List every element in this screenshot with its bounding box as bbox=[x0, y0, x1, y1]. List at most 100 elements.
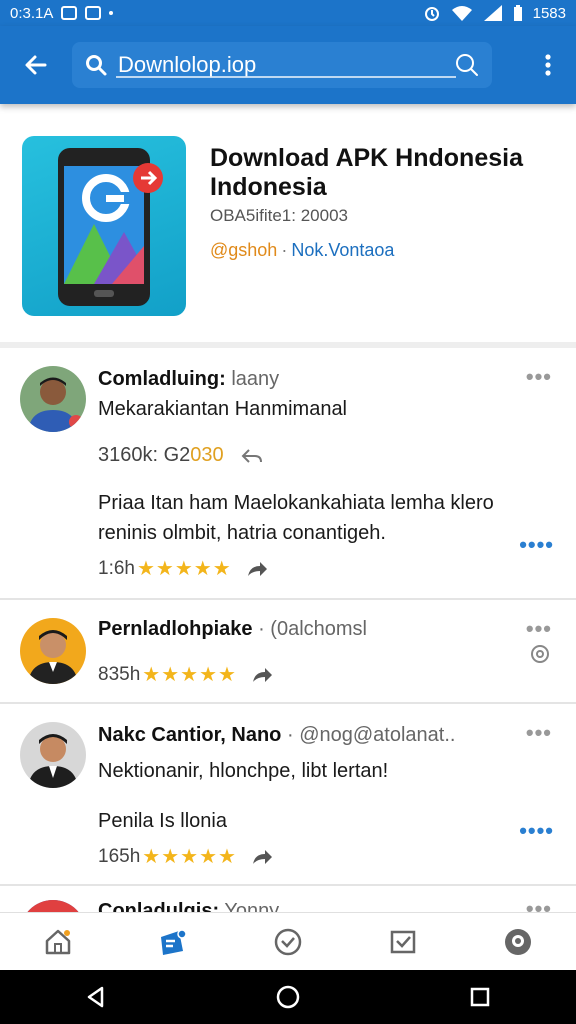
author-handle[interactable]: Yonny bbox=[224, 900, 279, 912]
post-body: Penila Is llonia bbox=[98, 810, 227, 832]
reply-icon[interactable] bbox=[241, 447, 263, 465]
review-post[interactable]: Nakc Cantior, Nano · @nog@atolanat.. •••… bbox=[0, 704, 576, 886]
app-title: Download APK Hndonesia Indonesia bbox=[210, 144, 523, 201]
search-query: Downlolop.iop bbox=[118, 52, 257, 77]
settings-icon[interactable] bbox=[528, 642, 552, 666]
post-footer: 1:6h ★★★★★ bbox=[98, 556, 268, 581]
nav-home[interactable] bbox=[28, 913, 88, 971]
home-icon bbox=[45, 929, 70, 954]
user-avatar-icon bbox=[20, 900, 86, 912]
post-menu-button[interactable]: ••• bbox=[526, 364, 552, 390]
expand-button[interactable]: •••• bbox=[519, 818, 554, 844]
user-avatar-icon bbox=[20, 722, 86, 788]
status-bar: 0:3.1A 1583 bbox=[0, 0, 576, 26]
square-recents-icon bbox=[470, 987, 490, 1007]
share-icon[interactable] bbox=[251, 848, 273, 866]
avatar[interactable] bbox=[20, 722, 86, 788]
phone-app-icon bbox=[58, 148, 163, 306]
app-publisher[interactable]: Nok.Vontaoa bbox=[291, 240, 394, 260]
post-time: 835h bbox=[98, 663, 141, 685]
user-avatar-icon bbox=[20, 618, 86, 684]
notification-icon bbox=[61, 6, 78, 20]
post-menu-button[interactable]: ••• bbox=[526, 616, 552, 642]
wifi-icon bbox=[451, 6, 472, 21]
author-name[interactable]: Pernladlohpiake bbox=[98, 618, 253, 640]
author-name[interactable]: Comladluing: bbox=[98, 368, 226, 390]
search-input[interactable]: Downlolop.iop bbox=[72, 42, 492, 88]
share-icon[interactable] bbox=[251, 666, 273, 684]
author-name[interactable]: Conladulgis: bbox=[98, 900, 219, 912]
avatar[interactable] bbox=[20, 618, 86, 684]
search-underline bbox=[116, 76, 456, 78]
post-header: Comladluing: laany bbox=[98, 368, 279, 391]
review-post[interactable]: Comladluing: laany ••• Mekarakiantan Han… bbox=[0, 348, 576, 600]
author-handle: · bbox=[286, 724, 294, 746]
system-recents-button[interactable] bbox=[450, 970, 510, 1024]
inbox-icon bbox=[390, 930, 416, 953]
stats-count: 3160k: bbox=[98, 444, 164, 466]
author-handle: · bbox=[258, 618, 265, 640]
avatar[interactable] bbox=[20, 900, 86, 912]
author-handle[interactable]: laany bbox=[231, 368, 279, 390]
post-footer: 165h ★★★★★ bbox=[98, 844, 273, 869]
rating-stars: ★★★★★ bbox=[142, 846, 237, 868]
app-version: OBA5ifite1: 20003 bbox=[210, 206, 348, 225]
circle-home-icon bbox=[276, 985, 300, 1009]
post-body: Priaa Itan ham Maelokankahiata lemha kle… bbox=[98, 492, 494, 544]
author-handle[interactable]: @nog@atolanat.. bbox=[299, 724, 455, 746]
post-stats: 3160k: G2030 bbox=[98, 444, 263, 467]
post-footer: 835h ★★★★★ bbox=[98, 662, 273, 687]
more-vertical-icon bbox=[545, 54, 551, 76]
battery-icon bbox=[513, 5, 522, 21]
app-bar: Downlolop.iop bbox=[0, 26, 576, 104]
author-name[interactable]: Nakc Cantior, Nano bbox=[98, 724, 281, 746]
system-back-button[interactable] bbox=[66, 970, 126, 1024]
nav-profile[interactable] bbox=[488, 913, 548, 971]
share-icon[interactable] bbox=[246, 560, 268, 578]
search-submit-icon[interactable] bbox=[454, 52, 480, 78]
app-icon bbox=[22, 136, 186, 316]
review-post[interactable]: Pernladlohpiake · (0alchomsl ••• 835h ★★… bbox=[0, 600, 576, 704]
post-menu-button[interactable]: ••• bbox=[526, 896, 552, 912]
notification-icon bbox=[85, 6, 102, 20]
post-menu-button[interactable]: ••• bbox=[526, 720, 552, 746]
post-header: Nakc Cantior, Nano · @nog@atolanat.. bbox=[98, 724, 455, 747]
more-options-button[interactable] bbox=[520, 26, 576, 104]
app-developer[interactable]: @gshoh bbox=[210, 240, 277, 260]
post-time: 165h bbox=[98, 845, 141, 867]
post-subtitle: Nektionanir, hlonchpe, libt lertan! bbox=[98, 760, 389, 782]
status-time: 0:3.1A bbox=[10, 4, 54, 22]
avatar[interactable] bbox=[20, 366, 86, 432]
user-avatar-icon bbox=[20, 366, 86, 432]
alarm-icon bbox=[424, 7, 439, 21]
meta-separator: · bbox=[281, 240, 288, 260]
notification-dot-icon bbox=[109, 11, 114, 15]
nav-feed[interactable] bbox=[143, 913, 203, 971]
triangle-back-icon bbox=[87, 986, 104, 1008]
back-button[interactable] bbox=[0, 26, 72, 104]
arrow-left-icon bbox=[25, 55, 47, 75]
rating-stars: ★★★★★ bbox=[136, 558, 232, 580]
post-subtitle: Mekarakiantan Hanmimanal bbox=[98, 398, 348, 420]
author-handle[interactable]: (0alchomsl bbox=[270, 618, 367, 640]
post-header: Conladulgis: Yonny bbox=[98, 900, 279, 912]
stats-highlight: 030 bbox=[190, 444, 224, 466]
post-time: 1:6h bbox=[98, 557, 135, 579]
system-navigation bbox=[0, 970, 576, 1024]
post-header: Pernladlohpiake · (0alchomsl bbox=[98, 618, 367, 641]
app-meta: @gshoh · Nok.Vontaoa bbox=[210, 240, 394, 261]
app-header-card[interactable]: Download APK Hndonesia Indonesia OBA5ifi… bbox=[0, 104, 576, 342]
expand-button[interactable]: •••• bbox=[519, 532, 554, 558]
check-circle-icon bbox=[274, 928, 302, 955]
feed-icon bbox=[160, 928, 187, 955]
status-clock: 1583 bbox=[532, 4, 566, 22]
stats-mid: G2 bbox=[163, 444, 191, 466]
review-post[interactable]: Conladulgis: Yonny ••• bbox=[0, 886, 576, 912]
nav-inbox[interactable] bbox=[373, 913, 433, 971]
signal-icon bbox=[483, 5, 502, 21]
system-home-button[interactable] bbox=[258, 970, 318, 1024]
nav-check[interactable] bbox=[258, 913, 318, 971]
rating-stars: ★★★★★ bbox=[142, 664, 237, 686]
bottom-navigation bbox=[0, 912, 576, 970]
profile-icon bbox=[505, 928, 532, 955]
